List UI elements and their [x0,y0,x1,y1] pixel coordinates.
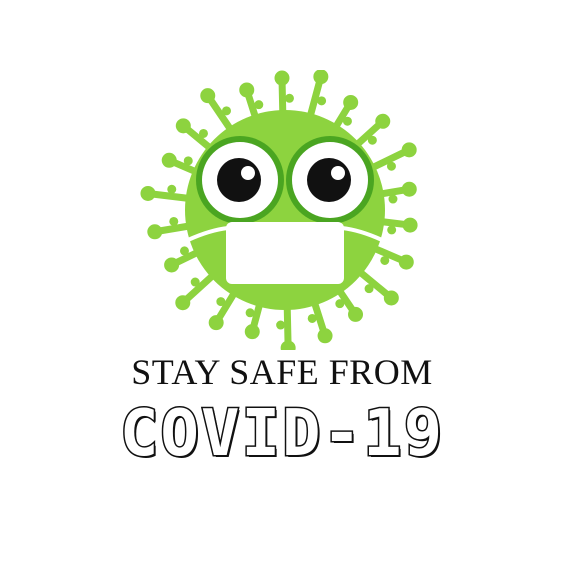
virus-spike-nub [364,284,374,294]
virus-spike-knob [313,70,329,85]
left-eye [196,136,284,224]
tagline-text: STAY SAFE FROM [131,352,433,392]
virus-spike-nub [254,100,264,110]
virus-spike-knob [280,340,296,350]
virus-spike-nub [167,184,177,194]
virus-spike-knob [200,88,216,104]
virus-spike-knob [343,94,359,110]
virus-spike-nub [386,161,396,171]
virus-spike-nub [190,277,200,287]
virus-spike-nub [387,225,397,235]
virus-spike-knob [239,82,255,98]
virus-spike-knob [375,113,391,129]
virus-spike-nub [276,320,286,330]
virus-spike-knob [398,254,414,270]
virus-spike-knob [401,181,417,197]
covid-poster: STAY SAFE FROM COVID-19 [0,0,564,564]
virus-spike-nub [198,128,208,138]
virus-spike-knob [164,257,180,273]
masked-virus-cartoon-icon [140,70,418,350]
virus-spike-knob [402,217,418,233]
virus-spike-knob [348,306,364,322]
virus-spike-nub [216,297,226,307]
virus-spike-knob [175,118,191,134]
virus-spike-knob [317,328,333,344]
virus-spike-nub [317,96,327,106]
virus-spike-knob [140,185,156,201]
virus-spike-nub [284,93,294,103]
virus-spike-nub [335,299,345,309]
virus-spike-knob [244,324,260,340]
virus-spike-nub [367,135,377,145]
virus-spike-knob [175,295,191,311]
virus-spike-nub [183,156,193,166]
virus-spike-knob [147,224,163,240]
virus-spike-nub [380,255,390,265]
virus-spike-knob [274,70,290,86]
virus-spike-nub [221,106,231,116]
virus-spike-knob [401,142,417,158]
virus-spike-nub [388,194,398,204]
virus-spike-knob [383,290,399,306]
virus-spike-nub [307,313,317,323]
virus-spike-nub [179,246,189,256]
headline-text: COVID-19 [0,396,564,473]
virus-spike-knob [208,315,224,331]
virus-spike-knob [161,152,177,168]
headline-label: COVID-19 [118,396,445,473]
virus-spike-nub [342,116,352,126]
right-eye [286,136,374,224]
virus-spike-nub [169,216,179,226]
virus-spike-nub [245,308,255,318]
